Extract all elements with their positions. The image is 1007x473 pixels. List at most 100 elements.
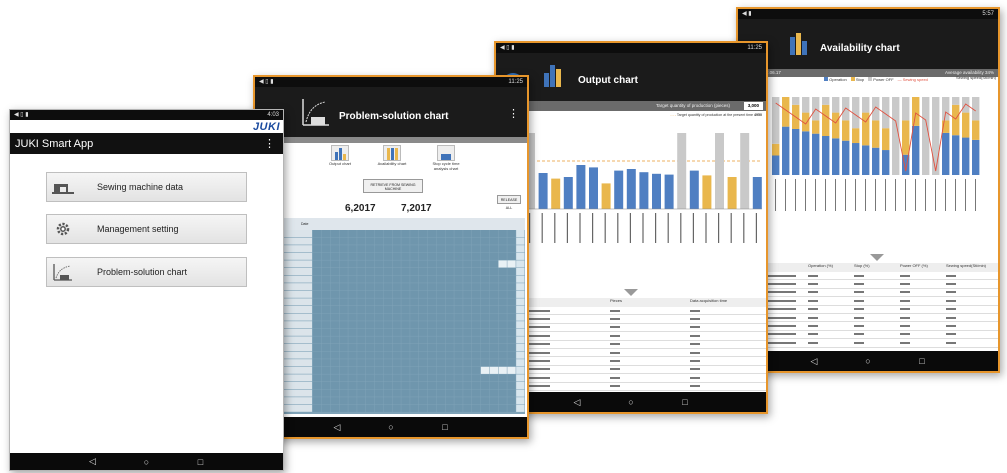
row-label xyxy=(283,237,312,245)
grid-cell xyxy=(313,374,322,382)
grid-cell xyxy=(348,344,357,352)
grid-cell xyxy=(419,344,428,352)
grid-cell xyxy=(357,366,366,374)
row-label xyxy=(283,359,312,367)
grid-cell xyxy=(330,283,339,291)
overflow-menu-icon[interactable]: ⋮ xyxy=(264,137,275,150)
grid-cell xyxy=(445,359,454,367)
recents-nav-icon[interactable]: □ xyxy=(194,457,208,467)
grid-cell xyxy=(410,374,419,382)
grid-cell xyxy=(436,245,445,253)
table-row xyxy=(522,307,766,316)
grid-cell xyxy=(357,268,366,276)
grid-cell xyxy=(357,328,366,336)
collapse-arrow-icon[interactable] xyxy=(870,254,884,261)
grid-cell xyxy=(339,321,348,329)
sewing-machine-data-button[interactable]: Sewing machine data xyxy=(46,172,247,202)
grid-cell xyxy=(401,382,410,390)
grid-cell xyxy=(410,321,419,329)
grid-cell xyxy=(366,283,375,291)
output-bar xyxy=(727,177,737,209)
grid-cell xyxy=(357,252,366,260)
x-tick-label xyxy=(815,179,816,211)
release-all-button[interactable]: RELEASE ALL xyxy=(497,195,521,210)
grid-cell xyxy=(330,260,339,268)
grid-cell xyxy=(507,283,516,291)
grid-cell xyxy=(392,306,401,314)
recents-nav-icon[interactable]: □ xyxy=(438,422,452,432)
grid-cell xyxy=(366,298,375,306)
table-row xyxy=(768,331,998,340)
back-nav-icon[interactable]: ◁ xyxy=(86,456,100,467)
row-label xyxy=(283,389,312,397)
availability-bar-segment xyxy=(912,125,920,175)
home-nav-icon[interactable]: ○ xyxy=(140,457,154,467)
grid-cell xyxy=(401,290,410,298)
retrieve-button[interactable]: RETRIEVE FROM SEWING MACHINE xyxy=(363,179,423,193)
availability-bar-segment xyxy=(832,112,840,139)
output-chart-tool[interactable]: Output chart xyxy=(325,145,355,171)
availability-bar-segment xyxy=(812,120,820,134)
availability-bar-segment xyxy=(962,137,970,175)
grid-cell xyxy=(472,321,481,329)
row-label xyxy=(283,245,312,253)
grid-cell xyxy=(480,245,490,253)
stop-cycle-tool[interactable]: Stop cycle time analysis chart xyxy=(429,145,463,171)
grid-cell xyxy=(401,283,410,291)
button-label: Problem-solution chart xyxy=(97,267,188,277)
grid-cell xyxy=(454,306,463,314)
collapse-arrow-icon[interactable] xyxy=(624,289,638,296)
grid-cell xyxy=(463,237,472,245)
recents-nav-icon[interactable]: □ xyxy=(915,356,929,366)
grid-cell xyxy=(463,328,472,336)
problem-solution-chart-button[interactable]: Problem-solution chart xyxy=(46,257,247,287)
management-setting-button[interactable]: Management setting xyxy=(46,214,247,244)
grid-cell xyxy=(357,359,366,367)
grid-cell xyxy=(374,366,384,374)
grid-cell xyxy=(436,374,445,382)
grid-cell xyxy=(436,397,445,405)
grid-cell xyxy=(401,321,410,329)
availability-chart-tool[interactable]: Availability chart xyxy=(377,145,407,171)
grid-cell xyxy=(454,290,463,298)
grid-cell xyxy=(410,290,419,298)
x-tick-label xyxy=(642,213,644,243)
home-nav-icon[interactable]: ○ xyxy=(384,422,398,432)
grid-cell xyxy=(463,404,472,412)
target-value-box[interactable]: 3,000 xyxy=(743,102,763,110)
grid-cell xyxy=(357,306,366,314)
grid-cell xyxy=(516,275,525,283)
grid-cell xyxy=(445,321,454,329)
grid-cell xyxy=(498,306,507,314)
output-chart-icon xyxy=(544,65,564,87)
back-nav-icon[interactable]: ◁ xyxy=(570,397,584,408)
grid-cell xyxy=(507,321,516,329)
grid-cell xyxy=(472,336,481,344)
grid-cell xyxy=(374,290,384,298)
availability-bar-segment xyxy=(852,128,860,144)
overflow-menu-icon[interactable]: ⋮ xyxy=(508,107,519,120)
grid-cell xyxy=(507,382,516,390)
grid-cell xyxy=(436,382,445,390)
grid-cell xyxy=(489,313,498,321)
grid-cell xyxy=(392,245,401,253)
output-bar xyxy=(589,167,598,209)
home-nav-icon[interactable]: ○ xyxy=(861,356,875,366)
grid-cell xyxy=(321,230,331,238)
back-nav-icon[interactable]: ◁ xyxy=(330,422,344,433)
grid-cell xyxy=(410,359,419,367)
availability-stacked-chart xyxy=(772,97,980,211)
grid-cell xyxy=(427,351,437,359)
row-label xyxy=(283,268,312,275)
home-nav-icon[interactable]: ○ xyxy=(624,397,638,407)
grid-cell xyxy=(445,374,454,382)
back-nav-icon[interactable]: ◁ xyxy=(807,356,821,367)
grid-cell xyxy=(463,336,472,344)
x-tick-label xyxy=(825,179,826,211)
output-table: Pieces Data acquisition time xyxy=(522,298,766,394)
grid-cell xyxy=(498,336,507,344)
button-label: Management setting xyxy=(97,224,179,234)
grid-cell xyxy=(454,245,463,253)
grid-cell xyxy=(313,245,322,253)
recents-nav-icon[interactable]: □ xyxy=(678,397,692,407)
